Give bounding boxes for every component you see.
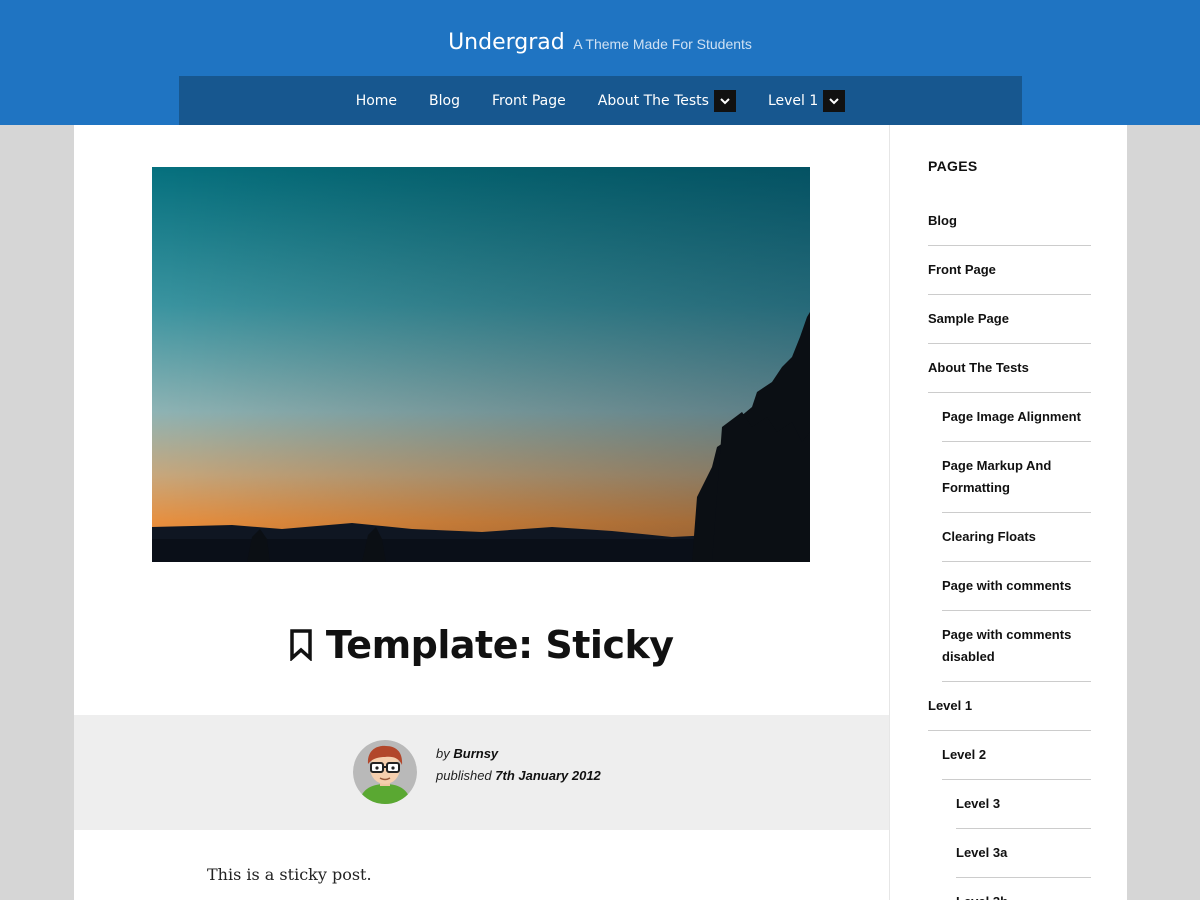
nav-item-level-1: Level 1 bbox=[768, 89, 846, 112]
site-header: Undergrad A Theme Made For Students Home… bbox=[0, 0, 1200, 125]
sidebar-page-front-page[interactable]: Front Page bbox=[928, 246, 1091, 295]
sidebar-page-markup-formatting[interactable]: Page Markup And Formatting bbox=[942, 442, 1091, 513]
dropdown-toggle-about-the-tests[interactable] bbox=[713, 89, 736, 112]
nav-link-about-the-tests[interactable]: About The Tests bbox=[598, 93, 709, 109]
sidebar-page-level-3a[interactable]: Level 3a bbox=[956, 829, 1091, 878]
author-line: by Burnsy bbox=[436, 743, 601, 765]
nav-list: Home Blog Front Page About The Tests Lev… bbox=[179, 76, 1022, 125]
sunset-landscape-image bbox=[152, 167, 810, 562]
bookmark-icon bbox=[289, 629, 313, 661]
post-content: This is a sticky post. bbox=[207, 865, 372, 884]
sidebar-page-level-2[interactable]: Level 2 bbox=[942, 731, 1091, 780]
sidebar-page-level-1[interactable]: Level 1 bbox=[928, 682, 1091, 731]
widget-title-pages: PAGES bbox=[928, 158, 978, 174]
author-avatar[interactable] bbox=[353, 740, 417, 804]
nav-item-front-page: Front Page bbox=[492, 93, 566, 109]
pages-list: Blog Front Page Sample Page About The Te… bbox=[890, 197, 1127, 900]
sidebar-page-level-3b[interactable]: Level 3b bbox=[956, 878, 1091, 900]
avatar-image bbox=[353, 740, 417, 804]
sidebar-page-sample-page[interactable]: Sample Page bbox=[928, 295, 1091, 344]
sidebar-page-with-comments[interactable]: Page with comments bbox=[942, 562, 1091, 611]
post-title[interactable]: Template: Sticky bbox=[326, 623, 674, 667]
byline-prefix: by bbox=[436, 746, 450, 761]
nav-link-level-1[interactable]: Level 1 bbox=[768, 93, 818, 109]
featured-image[interactable] bbox=[152, 167, 810, 562]
sidebar-page-clearing-floats[interactable]: Clearing Floats bbox=[942, 513, 1091, 562]
sidebar: PAGES Blog Front Page Sample Page About … bbox=[889, 125, 1127, 900]
sidebar-page-about-the-tests[interactable]: About The Tests bbox=[928, 344, 1091, 393]
date-line: published 7th January 2012 bbox=[436, 765, 601, 787]
chevron-down-icon bbox=[720, 97, 730, 104]
nav-link-front-page[interactable]: Front Page bbox=[492, 93, 566, 109]
nav-item-about-the-tests: About The Tests bbox=[598, 89, 736, 112]
sidebar-page-blog[interactable]: Blog bbox=[928, 197, 1091, 246]
nav-item-home: Home bbox=[356, 93, 397, 109]
site-tagline: A Theme Made For Students bbox=[573, 36, 752, 52]
author-link[interactable]: Burnsy bbox=[453, 746, 498, 761]
post-meta: by Burnsy published 7th January 2012 bbox=[74, 715, 889, 830]
site-branding: Undergrad A Theme Made For Students bbox=[0, 30, 1200, 55]
nav-link-home[interactable]: Home bbox=[356, 93, 397, 109]
post-date-link[interactable]: 7th January 2012 bbox=[495, 768, 601, 783]
nav-link-blog[interactable]: Blog bbox=[429, 93, 460, 109]
nav-item-blog: Blog bbox=[429, 93, 460, 109]
sidebar-page-comments-disabled[interactable]: Page with comments disabled bbox=[942, 611, 1091, 682]
published-prefix: published bbox=[436, 768, 492, 783]
content-area: Template: Sticky by Burnsy published 7th… bbox=[74, 125, 889, 900]
dropdown-toggle-level-1[interactable] bbox=[823, 89, 846, 112]
sidebar-page-level-3[interactable]: Level 3 bbox=[956, 780, 1091, 829]
entry-title-wrap: Template: Sticky bbox=[74, 623, 889, 667]
byline: by Burnsy published 7th January 2012 bbox=[436, 743, 601, 787]
main-navigation: Home Blog Front Page About The Tests Lev… bbox=[179, 76, 1022, 125]
chevron-down-icon bbox=[829, 97, 839, 104]
sidebar-page-image-alignment[interactable]: Page Image Alignment bbox=[942, 393, 1091, 442]
site-title[interactable]: Undergrad bbox=[448, 30, 565, 55]
